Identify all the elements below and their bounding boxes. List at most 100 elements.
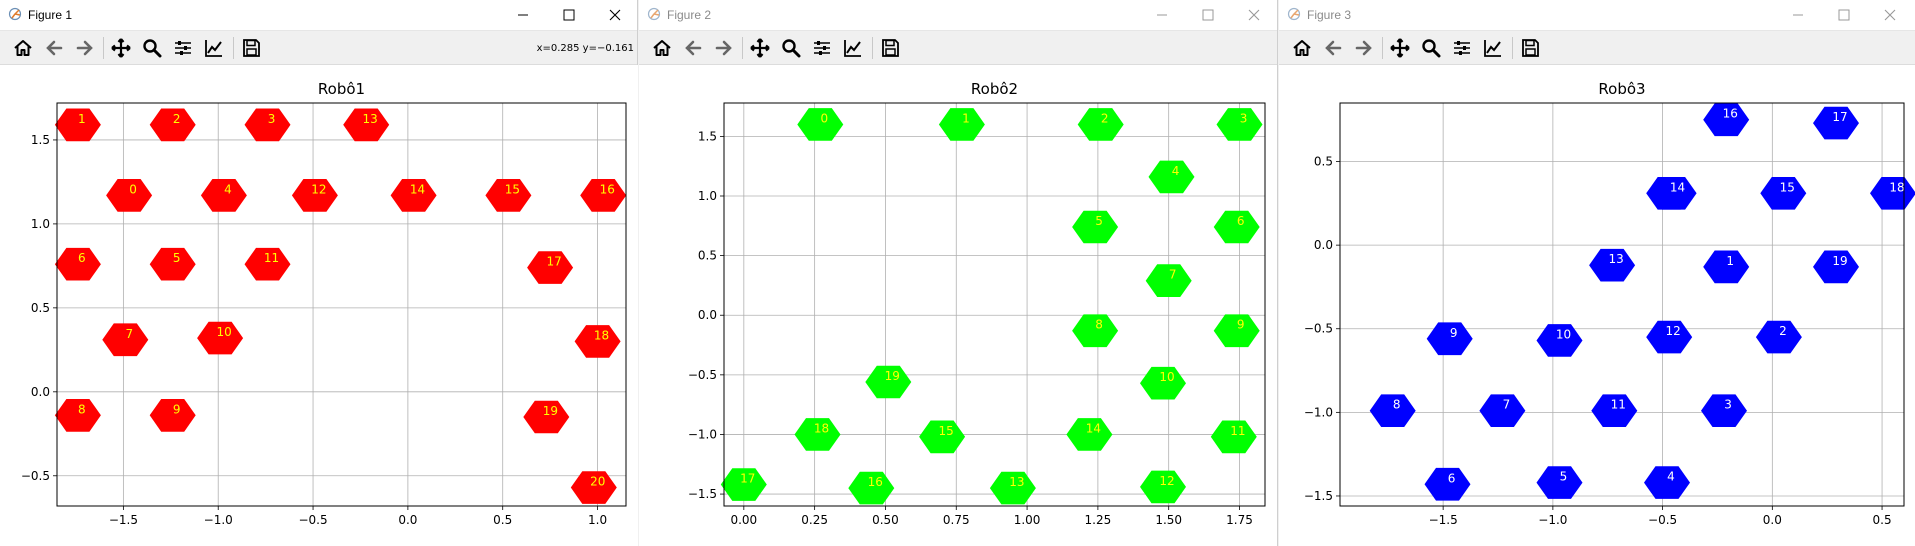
home-button[interactable] [10,35,36,61]
title-bar[interactable]: Figure 3 [1279,0,1915,31]
close-icon [1884,9,1896,21]
point-label: 7 [1503,398,1511,412]
plot-area[interactable]: Robô1 −1.5 −1.0 −0.5 0.0 0.5 1.0 −0.5 0.0 0.5 1.0 1… [0,65,638,546]
subplots-icon [814,41,830,55]
figure-window-1: Figure 1 x=0.285 y=−0.161 Robô1 −1.5 −1.0 −… [0,0,638,546]
robot-marker-2: 2 [1755,320,1802,354]
back-arrow-button[interactable] [680,35,706,61]
cursor-coordinates: x=0.285 y=−0.161 [536,43,634,54]
forward-arrow-button[interactable] [711,35,737,61]
back-arrow-button[interactable] [1320,35,1346,61]
pan-icon [1390,38,1410,58]
zoom-button[interactable] [778,35,804,61]
subplots-button[interactable] [170,35,196,61]
matplotlib-app-icon [8,7,22,21]
pan-button[interactable] [747,35,773,61]
y-tick-label: 1.5 [698,129,717,143]
point-label: 12 [1159,474,1174,488]
point-label: 15 [505,182,520,196]
maximize-button[interactable] [546,0,592,30]
axes-edit-icon [205,40,222,57]
zoom-icon [782,39,801,58]
point-label: 18 [594,328,609,342]
y-tick-label: 0.0 [698,308,717,322]
robot-marker-16: 16 [848,471,895,505]
home-button[interactable] [1289,35,1315,61]
robot-marker-0: 0 [797,108,844,141]
home-icon [653,40,671,56]
minimize-button[interactable] [1139,0,1185,30]
subplots-button[interactable] [1449,35,1475,61]
robot-marker-4: 4 [200,179,247,212]
maximize-button[interactable] [1185,0,1231,30]
robot-marker-7: 7 [102,323,149,357]
robot-marker-18: 18 [794,418,841,451]
axes-edit-button[interactable] [201,35,227,61]
navigation-toolbar [639,31,1277,65]
home-icon [1293,40,1311,56]
pan-button[interactable] [1387,35,1413,61]
pan-button[interactable] [108,35,134,61]
point-label: 19 [885,369,900,383]
title-bar[interactable]: Figure 2 [639,0,1277,31]
y-tick-label: 0.5 [31,301,50,315]
minimize-button[interactable] [500,0,546,30]
home-button[interactable] [649,35,675,61]
robot-marker-8: 8 [54,399,101,432]
close-button[interactable] [592,0,638,30]
point-label: 16 [600,182,615,196]
navigation-toolbar [1279,31,1915,65]
robot-marker-13: 13 [343,108,390,142]
subplots-icon [175,41,191,55]
maximize-icon [1838,9,1850,21]
save-button[interactable] [238,35,264,61]
save-button[interactable] [1517,35,1543,61]
point-label: 9 [1450,326,1458,340]
toolbar-separator [1382,37,1383,59]
forward-arrow-button[interactable] [72,35,98,61]
title-bar[interactable]: Figure 1 [0,0,637,31]
save-button[interactable] [877,35,903,61]
subplots-button[interactable] [809,35,835,61]
robot-marker-6: 6 [1213,210,1260,244]
y-tick-label: −0.5 [21,469,50,483]
x-tick-label: −1.5 [109,513,138,527]
point-label: 8 [78,402,86,416]
point-label: 5 [173,251,181,265]
close-button[interactable] [1231,0,1277,30]
back-arrow-icon [46,40,63,56]
point-label: 4 [1667,470,1675,484]
zoom-icon [1422,39,1441,58]
point-label: 15 [938,424,953,438]
y-tick-label: −0.5 [1304,322,1333,336]
close-button[interactable] [1867,0,1913,30]
robot-marker-11: 11 [1591,394,1638,427]
toolbar-separator [1512,37,1513,59]
robot-marker-9: 9 [1213,314,1260,348]
point-label: 17 [740,472,755,486]
y-tick-label: 0.0 [1314,238,1333,252]
robot-marker-19: 19 [1813,250,1859,284]
point-label: 6 [1448,471,1456,485]
axes-edit-button[interactable] [840,35,866,61]
matplotlib-app-icon [647,7,661,21]
axes-edit-icon [1484,40,1501,57]
x-tick-label: −0.5 [298,513,327,527]
zoom-icon [143,39,162,58]
zoom-button[interactable] [139,35,165,61]
forward-arrow-button[interactable] [1351,35,1377,61]
plot-area[interactable]: Robô2 0.00 0.25 0.50 0.75 1.00 1.25 1.50 1.75 −1.… [639,65,1277,546]
robot-marker-19: 19 [865,365,912,399]
axes-edit-button[interactable] [1480,35,1506,61]
point-label: 18 [814,421,829,435]
minimize-button[interactable] [1775,0,1821,30]
back-arrow-button[interactable] [41,35,67,61]
robot-marker-12: 12 [291,179,338,212]
maximize-button[interactable] [1821,0,1867,30]
zoom-button[interactable] [1418,35,1444,61]
plot-area[interactable]: Robô3 −1.5 −1.0 −0.5 0.0 0.5 −1.5 −1.0 −0.5 0.0 0.… [1279,65,1915,546]
robot-marker-3: 3 [1701,394,1747,427]
point-label: 8 [1393,398,1401,412]
point-label: 10 [1556,327,1571,341]
toolbar-separator [872,37,873,59]
